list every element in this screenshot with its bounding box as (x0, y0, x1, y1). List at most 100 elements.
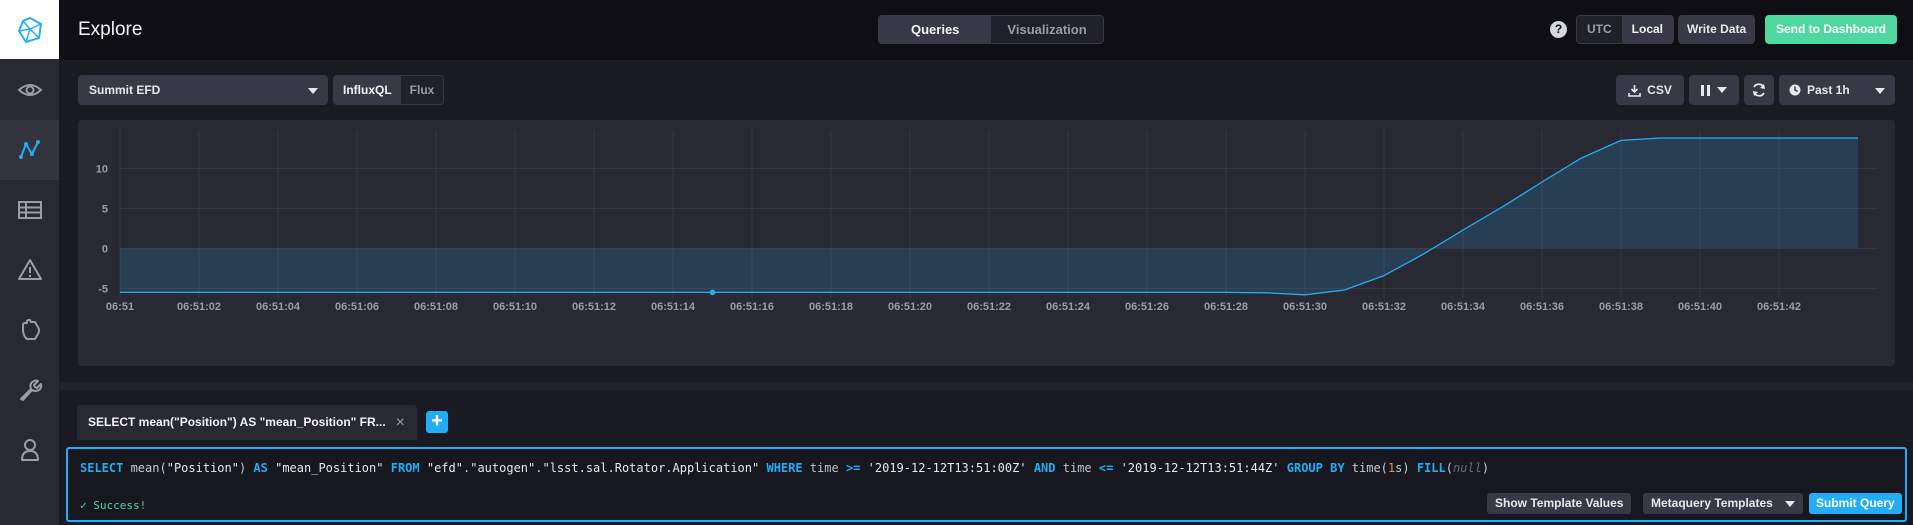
query-token (383, 461, 390, 475)
query-token (420, 461, 427, 475)
x-tick-label: 06:51:26 (1125, 301, 1169, 313)
query-token: "mean_Position" (275, 461, 384, 475)
x-tick-label: 06:51:16 (730, 301, 774, 313)
query-token: "Position" (166, 461, 239, 475)
x-tick-label: 06:51:28 (1204, 301, 1248, 313)
download-icon (1628, 84, 1641, 97)
x-tick-label: 06:51:32 (1362, 301, 1406, 313)
hand-icon (21, 319, 40, 340)
alert-icon (17, 259, 42, 280)
query-token (1113, 461, 1120, 475)
database-dropdown[interactable]: Summit EFD (78, 75, 328, 105)
refresh-icon (1753, 83, 1765, 97)
close-icon[interactable]: × (396, 405, 405, 440)
mode-toggle: Queries Visualization (878, 15, 1104, 44)
tab-queries[interactable]: Queries (879, 16, 992, 43)
query-token: time (1055, 461, 1099, 475)
eye-icon (17, 84, 42, 96)
query-token: null (1452, 461, 1482, 475)
x-tick-label: 06:51:38 (1599, 301, 1643, 313)
query-token: ) (238, 461, 254, 475)
query-token (1027, 461, 1034, 475)
language-flux[interactable]: Flux (401, 76, 444, 104)
time-range-dropdown[interactable]: Past 1h (1779, 75, 1895, 105)
query-tab[interactable]: SELECT mean("Position") AS "mean_Positio… (77, 405, 417, 440)
nav-item-dashboards[interactable] (0, 180, 59, 240)
csv-label: CSV (1647, 83, 1672, 97)
query-token: ( (1445, 461, 1453, 475)
x-tick-label: 06:51:36 (1520, 301, 1564, 313)
timezone-local[interactable]: Local (1621, 16, 1674, 43)
x-tick-label: 06:51:06 (335, 301, 379, 313)
language-toggle: InfluxQL Flux (333, 75, 445, 105)
query-token: AND (1033, 461, 1056, 475)
x-tick-label: 06:51:18 (809, 301, 853, 313)
submit-query-button[interactable]: Submit Query (1809, 493, 1902, 514)
query-token: AS (253, 461, 268, 475)
y-tick-label: 10 (96, 163, 108, 175)
x-tick-label: 06:51:34 (1441, 301, 1486, 313)
show-template-values-button[interactable]: Show Template Values (1487, 493, 1632, 514)
logo-icon[interactable] (0, 0, 59, 59)
nav-item-configuration[interactable] (0, 360, 59, 420)
add-query-button[interactable]: + (426, 411, 448, 433)
query-token: SELECT (80, 461, 124, 475)
x-tick-label: 06:51:10 (493, 301, 537, 313)
refresh-button[interactable] (1744, 75, 1774, 105)
x-tick-label: 06:51:14 (651, 301, 696, 313)
query-token: '2019-12-12T13:51:00Z' (867, 461, 1027, 475)
x-tick-label: 06:51:30 (1283, 301, 1327, 313)
query-token: ) (1402, 461, 1417, 475)
line-chart[interactable]: 06:51 06:51:02 06:51:04 06:51:06 06:51:08 06:… (78, 120, 1895, 366)
graph-icon (18, 140, 40, 159)
page-header: Explore Queries Visualization ? UTC Loca… (59, 0, 1913, 60)
y-tick-label: -5 (98, 283, 108, 295)
nav-item-log-viewer[interactable] (0, 300, 59, 360)
query-token: GROUP BY (1286, 461, 1345, 475)
csv-download-button[interactable]: CSV (1616, 75, 1684, 105)
nav-item-user[interactable] (0, 420, 59, 480)
clock-icon (1789, 84, 1801, 96)
query-editor[interactable]: SELECT mean("Position") AS "mean_Positio… (66, 447, 1907, 522)
query-text[interactable]: SELECT mean("Position") AS "mean_Positio… (80, 461, 1489, 475)
write-data-button[interactable]: Write Data (1678, 15, 1756, 44)
query-token: mean( (123, 461, 167, 475)
time-range-label: Past 1h (1807, 83, 1850, 97)
panel-divider[interactable] (59, 382, 1913, 390)
wrench-icon (19, 379, 42, 401)
x-tick-label: 06:51:40 (1678, 301, 1722, 313)
query-token (860, 461, 867, 475)
x-tick-label: 06:51:12 (572, 301, 616, 313)
x-tick-label: 06:51:08 (414, 301, 458, 313)
y-tick-label: 0 (102, 243, 108, 255)
page-title: Explore (78, 19, 143, 40)
query-token: ) (1481, 461, 1490, 475)
query-token: '2019-12-12T13:51:44Z' (1120, 461, 1280, 475)
autorefresh-dropdown[interactable] (1689, 75, 1739, 105)
x-tick-label: 06:51:24 (1046, 301, 1091, 313)
chevron-down-icon (1717, 87, 1727, 93)
timezone-utc[interactable]: UTC (1577, 16, 1622, 43)
send-to-dashboard-button[interactable]: Send to Dashboard (1765, 15, 1898, 44)
nav-item-alerting[interactable] (0, 240, 59, 300)
query-token (1280, 461, 1287, 475)
hover-point (709, 289, 716, 296)
timezone-toggle: UTC Local (1576, 15, 1675, 44)
table-icon (17, 201, 42, 219)
tab-visualization[interactable]: Visualization (991, 16, 1102, 43)
status-text: Success! (93, 499, 147, 512)
chevron-down-icon (1875, 88, 1885, 94)
x-tick-label: 06:51:02 (177, 301, 221, 313)
pause-icon (1701, 84, 1710, 96)
help-icon[interactable]: ? (1550, 21, 1567, 38)
language-influxql[interactable]: InfluxQL (334, 76, 401, 104)
nav-item-status[interactable] (0, 60, 59, 120)
x-tick-label: 06:51:22 (967, 301, 1011, 313)
x-tick-label: 06:51:20 (888, 301, 932, 313)
side-nav (0, 0, 59, 525)
nav-item-explore[interactable] (0, 120, 59, 180)
metaquery-templates-dropdown[interactable]: Metaquery Templates (1643, 493, 1803, 514)
query-token: time( (1344, 461, 1388, 475)
y-tick-label: 5 (102, 203, 108, 215)
user-icon (20, 439, 39, 461)
